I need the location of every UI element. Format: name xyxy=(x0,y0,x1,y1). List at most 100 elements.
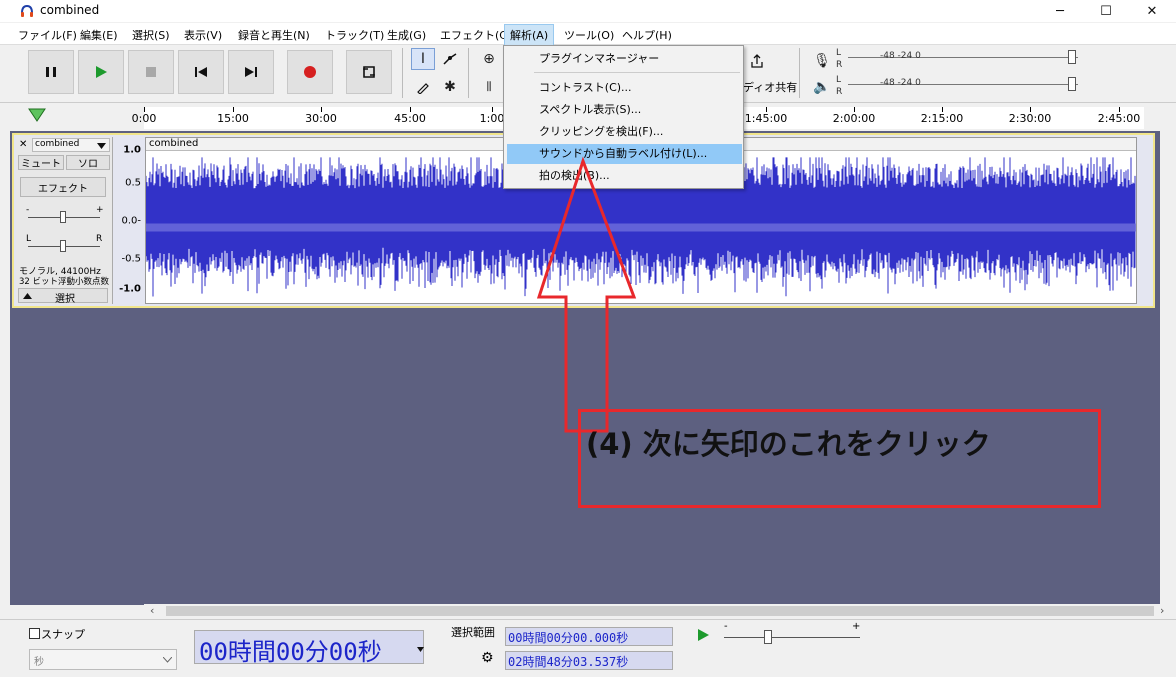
menu-help[interactable]: ヘルプ(H) xyxy=(622,27,672,43)
envelope-tool[interactable] xyxy=(438,48,462,70)
play-at-speed-button[interactable] xyxy=(691,624,715,646)
share-audio-label: ディオ共有 xyxy=(743,81,798,94)
snap-label: スナップ xyxy=(41,628,85,641)
loop-button[interactable] xyxy=(346,50,392,94)
share-icon xyxy=(751,54,763,68)
menu-transport[interactable]: 録音と再生(N) xyxy=(238,27,310,43)
track-area[interactable]: ✕ combined ミュート ソロ エフェクト - + L R モノラル, 4… xyxy=(10,131,1160,605)
menu-item-label-sounds[interactable]: サウンドから自動ラベル付け(L)... xyxy=(507,144,742,164)
pause-button[interactable] xyxy=(28,50,74,94)
speaker-icon: 🔈 xyxy=(813,79,831,95)
app-window: combined ─ ☐ ✕ ファイル(F) 編集(E) 選択(S) 表示(V)… xyxy=(0,0,1176,677)
skip-end-button[interactable] xyxy=(228,50,274,94)
audacity-logo-icon xyxy=(21,4,33,17)
close-button[interactable]: ✕ xyxy=(1129,0,1175,22)
i-beam-icon: I xyxy=(420,51,426,67)
selection-label: 選択範囲 xyxy=(451,626,495,639)
menu-item-find-clipping[interactable]: クリッピングを検出(F)... xyxy=(507,122,742,142)
menu-select[interactable]: 選択(S) xyxy=(132,27,170,43)
audio-position-display[interactable]: 00時間00分00秒 xyxy=(194,630,424,666)
record-meter-scale: -48 -24 0 xyxy=(880,51,921,61)
record-button[interactable] xyxy=(287,50,333,94)
draw-tool[interactable] xyxy=(411,76,435,98)
speed-minus-label: - xyxy=(724,621,728,632)
play-icon xyxy=(96,66,107,78)
window-title: combined xyxy=(40,3,100,17)
gain-minus-label: - xyxy=(26,205,30,215)
menu-edit[interactable]: 編集(E) xyxy=(80,27,118,43)
scale-label: 0.5 xyxy=(125,177,141,189)
stop-button[interactable] xyxy=(128,50,174,94)
effects-button[interactable]: エフェクト xyxy=(20,177,106,197)
pan-slider[interactable] xyxy=(60,240,66,252)
share-audio-button[interactable] xyxy=(745,50,769,72)
ruler-tick: 2:00:00 xyxy=(832,112,876,125)
pencil-icon xyxy=(417,83,429,94)
scroll-right-icon[interactable]: › xyxy=(1160,604,1164,617)
ruler-tick: 0:00 xyxy=(131,112,157,125)
menu-item-plot-spectrum[interactable]: スペクトル表示(S)... xyxy=(507,100,742,120)
menu-generate[interactable]: 生成(G) xyxy=(387,27,426,43)
menu-view[interactable]: 表示(V) xyxy=(184,27,222,43)
waveform-trim-icon: ⫼ xyxy=(486,80,492,93)
menu-item-contrast[interactable]: コントラスト(C)... xyxy=(507,78,742,98)
stop-icon xyxy=(146,67,156,77)
gain-plus-label: + xyxy=(96,205,104,215)
play-meter-slider[interactable] xyxy=(1068,77,1076,91)
playback-speed-slider[interactable] xyxy=(764,630,772,644)
selection-end-field[interactable]: 02時間48分03.537秒 xyxy=(505,651,673,670)
ruler-tick: 45:00 xyxy=(394,112,426,125)
chevron-down-icon[interactable] xyxy=(417,647,424,652)
track-control-panel: ✕ combined ミュート ソロ エフェクト - + L R モノラル, 4… xyxy=(16,137,113,305)
scroll-thumb[interactable] xyxy=(166,606,1154,616)
menu-item-plugin-manager[interactable]: プラグインマネージャー xyxy=(507,49,742,69)
selection-start-field[interactable]: 00時間00分00.000秒 xyxy=(505,627,673,646)
select-track-button[interactable]: 選択 xyxy=(18,288,108,305)
ruler-tick: 1:00 xyxy=(479,112,505,125)
scale-label: -0.5 xyxy=(121,253,141,265)
minimize-button[interactable]: ─ xyxy=(1037,0,1083,22)
scroll-left-icon[interactable]: ‹ xyxy=(150,604,154,617)
menu-file[interactable]: ファイル(F) xyxy=(18,27,77,43)
pause-icon xyxy=(46,67,56,77)
title-bar: combined ─ ☐ ✕ xyxy=(0,0,1176,22)
play-meter-button[interactable]: 🔈 xyxy=(810,76,834,98)
speed-plus-label: + xyxy=(852,621,861,632)
track-name-label: combined xyxy=(35,139,80,149)
selection-tool[interactable]: I xyxy=(411,48,435,70)
mute-button[interactable]: ミュート xyxy=(18,155,64,170)
selection-toolbar: スナップ 秒 00時間00分00秒 選択範囲 00時間00分00.000秒 02… xyxy=(0,619,1176,677)
record-meter-button[interactable]: 🎙 xyxy=(810,50,834,72)
ruler-tick: 2:15:00 xyxy=(920,112,964,125)
menu-tracks[interactable]: トラック(T) xyxy=(325,27,384,43)
scale-label: -1.0 xyxy=(119,283,141,295)
snap-checkbox[interactable] xyxy=(29,628,40,639)
gear-icon[interactable]: ⚙ xyxy=(481,650,494,666)
menu-effect[interactable]: エフェクト(C) xyxy=(440,27,511,43)
menu-bar: ファイル(F) 編集(E) 選択(S) 表示(V) 録音と再生(N) トラック(… xyxy=(0,23,1176,46)
close-track-icon[interactable]: ✕ xyxy=(19,139,29,151)
record-meter-slider[interactable] xyxy=(1068,50,1076,64)
skip-start-button[interactable] xyxy=(178,50,224,94)
menu-analyze[interactable]: 解析(A) xyxy=(504,24,555,46)
multi-tool[interactable]: ✱ xyxy=(438,76,462,98)
zoom-in-button[interactable]: ⊕ xyxy=(477,48,501,70)
chevron-down-icon xyxy=(163,657,172,663)
envelope-icon xyxy=(443,53,457,65)
track-name-dropdown[interactable]: combined xyxy=(32,138,110,152)
maximize-button[interactable]: ☐ xyxy=(1083,0,1129,22)
analyze-menu-dropdown: プラグインマネージャー コントラスト(C)... スペクトル表示(S)... ク… xyxy=(503,45,744,189)
play-button[interactable] xyxy=(78,50,124,94)
gain-slider[interactable] xyxy=(60,211,66,223)
collapse-up-icon xyxy=(23,293,32,299)
annotation-text: (4) 次に矢印のこれをクリック xyxy=(586,427,991,461)
horizontal-scrollbar[interactable]: ‹ › xyxy=(144,604,1176,618)
solo-button[interactable]: ソロ xyxy=(66,155,110,170)
menu-item-beat-finder[interactable]: 拍の検出(B)... xyxy=(507,166,742,186)
menu-tools[interactable]: ツール(O) xyxy=(564,27,614,43)
silence-button[interactable]: ⫼ xyxy=(477,76,501,98)
scale-label: 0.0- xyxy=(121,215,141,227)
snap-unit-select[interactable]: 秒 xyxy=(29,649,177,670)
vertical-scale[interactable]: 1.0 0.5 0.0- -0.5 -1.0 xyxy=(113,137,144,304)
play-head-triangle-icon[interactable] xyxy=(28,107,46,123)
